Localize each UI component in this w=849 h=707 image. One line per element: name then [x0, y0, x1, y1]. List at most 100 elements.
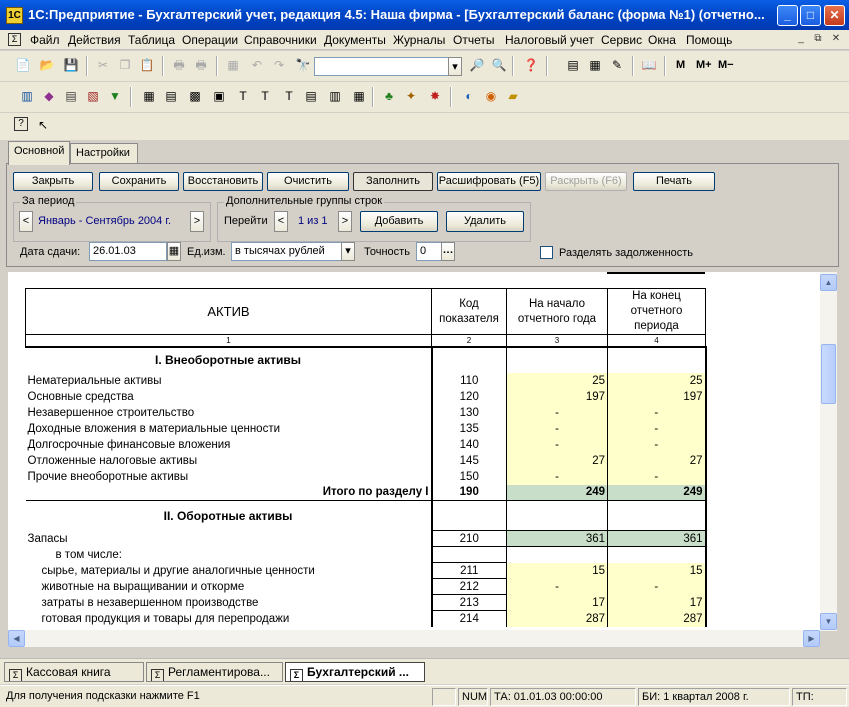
paste-icon[interactable]: 📋 — [138, 56, 156, 74]
split-debt-checkbox[interactable] — [540, 246, 553, 259]
print-icon[interactable]: 🖶 — [170, 56, 188, 74]
row-start[interactable]: 197 — [506, 388, 608, 405]
save-disk-icon[interactable]: 💾 — [62, 56, 80, 74]
scroll-left-icon[interactable]: ◀ — [8, 630, 25, 647]
row-end[interactable]: 27 — [607, 452, 707, 469]
expand-button[interactable]: Раскрыть (F6) — [545, 172, 627, 191]
internet-icon[interactable]: ◐ — [460, 87, 478, 105]
scroll-up-icon[interactable]: ▲ — [820, 274, 837, 291]
calculator-icon[interactable]: ▤ — [564, 56, 582, 74]
print-button[interactable]: Печать — [633, 172, 715, 191]
row-end[interactable]: 17 — [607, 594, 707, 611]
row-end[interactable]: - — [607, 420, 707, 437]
row-start[interactable]: - — [506, 420, 608, 437]
unit-select[interactable]: в тысячах рублей — [231, 242, 343, 261]
cut-icon[interactable]: ✂ — [94, 56, 112, 74]
period-prev-button[interactable]: < — [19, 211, 33, 232]
report-summary-icon[interactable]: ▤ — [302, 87, 320, 105]
report-t2-icon[interactable]: Т — [256, 87, 274, 105]
find-prev-icon[interactable]: 🔍 — [490, 56, 508, 74]
row-start[interactable]: 27 — [506, 452, 608, 469]
tree-icon[interactable]: ♣ — [380, 87, 398, 105]
clear-button[interactable]: Очистить — [267, 172, 349, 191]
messages-icon[interactable]: ✎ — [608, 56, 626, 74]
maximize-button[interactable]: □ — [800, 5, 821, 26]
fill-button[interactable]: Заполнить — [353, 172, 433, 191]
calc-m-button[interactable]: M — [676, 59, 685, 71]
row-end[interactable]: - — [607, 468, 707, 485]
doc-menu-icon[interactable]: Σ — [8, 33, 21, 46]
calendar-icon[interactable]: ▦ — [224, 56, 242, 74]
chart-accounts-icon[interactable]: ▥ — [18, 87, 36, 105]
save-button[interactable]: Сохранить — [99, 172, 179, 191]
scroll-right-icon[interactable]: ▶ — [803, 630, 820, 647]
row-start[interactable]: - — [506, 404, 608, 421]
restore-button[interactable]: Восстановить — [183, 172, 263, 191]
date-field[interactable]: 26.01.03 — [89, 242, 167, 261]
add-group-button[interactable]: Добавить — [360, 211, 438, 232]
operations-journal-icon[interactable]: ◆ — [40, 87, 58, 105]
row-end[interactable]: 25 — [607, 372, 707, 389]
vertical-scroll-thumb[interactable] — [821, 344, 836, 404]
period-next-button[interactable]: > — [190, 211, 204, 232]
calendar-small-icon[interactable]: ▦ — [586, 56, 604, 74]
report-list-icon[interactable]: ▥ — [326, 87, 344, 105]
undo-icon[interactable]: ↶ — [248, 56, 266, 74]
menu-documents[interactable]: Документы — [324, 33, 386, 47]
tab-main[interactable]: Основной — [8, 141, 70, 165]
entries-journal-icon[interactable]: ▤ — [62, 87, 80, 105]
menu-help[interactable]: Помощь — [686, 33, 732, 47]
calendar-picker-icon[interactable]: ▦ — [167, 242, 181, 261]
delete-group-button[interactable]: Удалить — [446, 211, 524, 232]
report-t3-icon[interactable]: Т — [280, 87, 298, 105]
row-end[interactable]: - — [607, 436, 707, 453]
vertical-scrollbar[interactable]: ▲ ▼ — [820, 272, 837, 631]
row-end[interactable]: - — [607, 404, 707, 421]
close-window-button[interactable]: ✕ — [824, 5, 845, 26]
horizontal-scrollbar[interactable]: ◀ ▶ — [8, 630, 820, 647]
mdi-minimize-icon[interactable]: _ — [794, 33, 808, 46]
tab-settings[interactable]: Настройки — [70, 143, 138, 164]
search-combo-arrow-icon[interactable]: ▾ — [448, 57, 462, 76]
precision-field[interactable]: 0 — [416, 242, 442, 261]
minimize-button[interactable]: _ — [777, 5, 798, 26]
calc-mminus-button[interactable]: M− — [718, 59, 734, 71]
menu-service[interactable]: Сервис — [601, 33, 642, 47]
menu-windows[interactable]: Окна — [648, 33, 676, 47]
decode-button[interactable]: Расшифровать (F5) — [437, 172, 541, 191]
report-osv-icon[interactable]: ▦ — [140, 87, 158, 105]
mdi-restore-icon[interactable]: ⧉ — [811, 33, 825, 46]
row-start[interactable]: 25 — [506, 372, 608, 389]
redo-icon[interactable]: ↷ — [270, 56, 288, 74]
menu-tax[interactable]: Налоговый учет — [505, 33, 594, 47]
copy-icon[interactable]: ❐ — [116, 56, 134, 74]
register-icon[interactable]: ▼ — [106, 87, 124, 105]
menu-catalogs[interactable]: Справочники — [244, 33, 317, 47]
window-tab-balance[interactable]: Σ Бухгалтерский ... — [285, 662, 425, 682]
groups-prev-button[interactable]: < — [274, 211, 288, 232]
sticker-icon[interactable]: ▰ — [504, 87, 522, 105]
report-bar-icon[interactable]: ▦ — [350, 87, 368, 105]
report-analysis-icon[interactable]: ▣ — [210, 87, 228, 105]
find-next-icon[interactable]: 🔎 — [468, 56, 486, 74]
close-button[interactable]: Закрыть — [13, 172, 93, 191]
context-help-arrow-icon[interactable]: ↖ — [34, 116, 52, 134]
row-start[interactable]: - — [506, 436, 608, 453]
menu-journals[interactable]: Журналы — [393, 33, 445, 47]
help-question-icon[interactable]: ❓ — [522, 56, 540, 74]
open-folder-icon[interactable]: 📂 — [38, 56, 56, 74]
window-tab-reglament[interactable]: Σ Регламентирова... — [146, 662, 283, 682]
row-start[interactable]: - — [506, 578, 608, 595]
documents-journal-icon[interactable]: ▧ — [84, 87, 102, 105]
glasses-icon[interactable]: ✦ — [402, 87, 420, 105]
report-card-icon[interactable]: ▤ — [162, 87, 180, 105]
row-start[interactable]: - — [506, 468, 608, 485]
row-end[interactable]: 197 — [607, 388, 707, 405]
color-wheel-icon[interactable]: ◉ — [482, 87, 500, 105]
menu-file[interactable]: Файл — [30, 33, 60, 47]
groups-next-button[interactable]: > — [338, 211, 352, 232]
menu-actions[interactable]: Действия — [68, 33, 121, 47]
window-tab-cash-book[interactable]: Σ Кассовая книга — [4, 662, 144, 682]
scroll-down-icon[interactable]: ▼ — [820, 613, 837, 630]
mdi-close-icon[interactable]: ✕ — [829, 33, 843, 46]
